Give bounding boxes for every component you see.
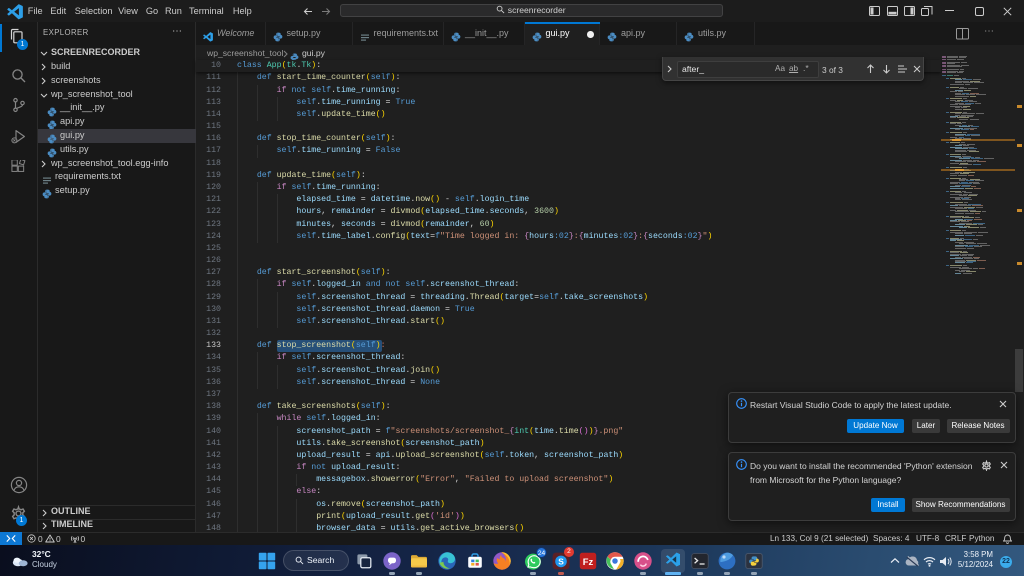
svg-text:Fz: Fz [583, 556, 594, 567]
svg-text:S: S [558, 556, 564, 566]
